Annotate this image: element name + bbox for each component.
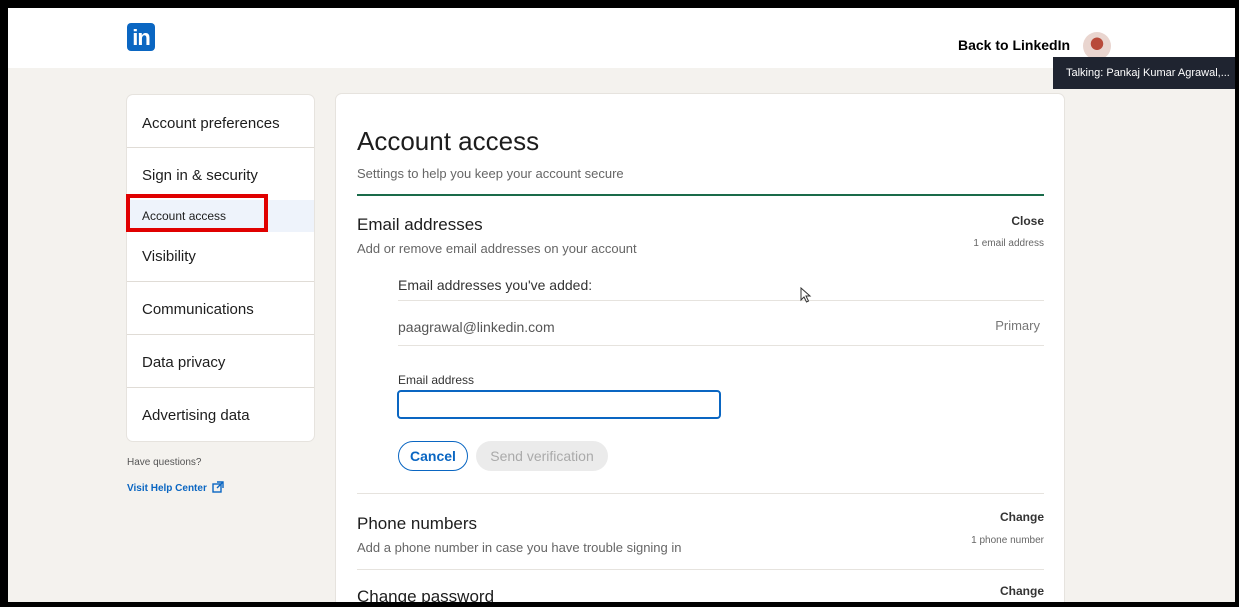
password-section-heading: Change password: [357, 587, 495, 602]
linkedin-logo[interactable]: in: [127, 23, 155, 51]
phone-section-description: Add a phone number in case you have trou…: [357, 540, 682, 555]
email-close-button[interactable]: Close: [1011, 214, 1044, 228]
email-count: 1 email address: [973, 238, 1044, 249]
page-subtitle: Settings to help you keep your account s…: [357, 166, 624, 181]
sidebar-item-communications[interactable]: Communications: [127, 301, 314, 318]
title-divider: [357, 194, 1044, 196]
send-verification-button[interactable]: Send verification: [476, 441, 608, 471]
sidebar-item-data-privacy[interactable]: Data privacy: [127, 354, 314, 371]
password-change-button[interactable]: Change: [1000, 584, 1044, 598]
phone-change-button[interactable]: Change: [1000, 510, 1044, 524]
sidebar-divider: [127, 334, 314, 335]
external-link-icon: [211, 481, 224, 496]
phone-count: 1 phone number: [971, 535, 1044, 546]
talking-indicator: Talking: Pankaj Kumar Agrawal,...: [1053, 57, 1235, 89]
top-bar: in Back to LinkedIn: [8, 8, 1235, 68]
settings-sidebar: Account preferences Sign in & security A…: [127, 95, 314, 441]
section-divider: [357, 569, 1044, 570]
sidebar-item-account-preferences[interactable]: Account preferences: [127, 115, 314, 132]
section-divider: [357, 493, 1044, 494]
help-center-link[interactable]: Visit Help Center: [127, 481, 224, 496]
email-section-heading: Email addresses: [357, 215, 483, 234]
row-divider: [398, 300, 1044, 301]
app-frame: in Back to LinkedIn Talking: Pankaj Kuma…: [8, 8, 1235, 602]
annotation-highlight-box: [126, 194, 268, 232]
help-question: Have questions?: [127, 457, 202, 468]
page-title: Account access: [357, 126, 540, 156]
email-field[interactable]: [397, 390, 721, 419]
sidebar-divider: [127, 387, 314, 388]
back-to-linkedin-link[interactable]: Back to LinkedIn: [958, 37, 1070, 53]
mouse-cursor-icon: [800, 286, 812, 308]
main-panel: Account access Settings to help you keep…: [336, 94, 1064, 602]
sidebar-item-visibility[interactable]: Visibility: [127, 248, 314, 265]
email-value: paagrawal@linkedin.com: [398, 319, 555, 335]
sidebar-divider: [127, 147, 314, 148]
added-emails-label: Email addresses you've added:: [398, 277, 593, 293]
avatar[interactable]: [1083, 32, 1111, 60]
email-section-description: Add or remove email addresses on your ac…: [357, 241, 637, 256]
email-field-label: Email address: [398, 373, 475, 387]
sidebar-item-sign-in-security[interactable]: Sign in & security: [127, 167, 314, 184]
help-center-label: Visit Help Center: [127, 483, 207, 494]
sidebar-divider: [127, 281, 314, 282]
primary-badge: Primary: [995, 318, 1040, 333]
cancel-button[interactable]: Cancel: [398, 441, 468, 471]
phone-section-heading: Phone numbers: [357, 514, 478, 533]
sidebar-item-advertising-data[interactable]: Advertising data: [127, 407, 314, 424]
row-divider: [398, 345, 1044, 346]
